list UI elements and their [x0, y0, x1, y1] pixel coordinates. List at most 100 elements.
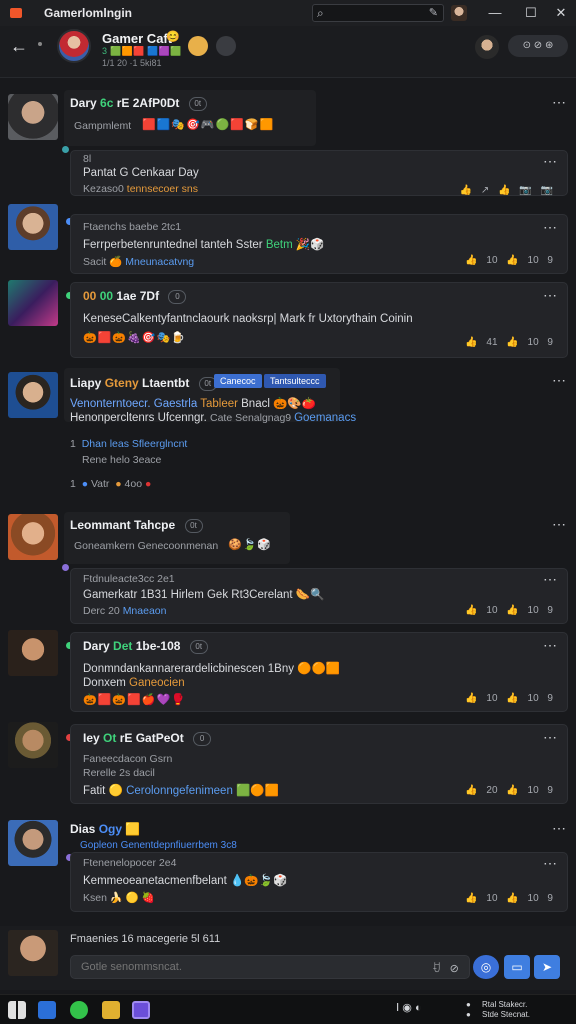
reaction-bar[interactable]: 👍 10 👍 10 9: [465, 255, 553, 266]
reaction-bar[interactable]: 👍 10 👍 10 9: [465, 605, 553, 616]
status-dot: [38, 42, 42, 46]
more-options-icon[interactable]: ⋯: [552, 820, 567, 837]
options-icon[interactable]: [216, 36, 236, 56]
close-button[interactable]: ✕: [550, 4, 572, 22]
message-item: Iey Ot rE GatPeOt 0 Faneecdacon Gsrn Rer…: [0, 722, 576, 808]
reply-text: Pantat G Cenkaar Day: [83, 167, 199, 179]
emoji-button[interactable]: ◎: [473, 955, 499, 979]
group-avatar[interactable]: [57, 29, 91, 63]
avatar[interactable]: [8, 630, 58, 676]
more-options-icon[interactable]: ⋯: [543, 855, 558, 872]
reply-subtext: Ksen 🍌 🟡 🍓: [83, 892, 155, 904]
reply-card[interactable]: 8l Pantat G Cenkaar Day Kezaso0 tennseco…: [70, 150, 568, 196]
group-members: 1/1 20 ·1 5ki81: [102, 58, 162, 68]
group-emoji: 😊: [166, 31, 180, 43]
message-subtext: Donxem Ganeocien: [83, 677, 185, 689]
more-options-icon[interactable]: ⋯: [543, 287, 558, 304]
call-controls[interactable]: ⊙ ⊘ ⊛: [508, 35, 568, 57]
avatar[interactable]: [8, 722, 58, 768]
thread-dot: [62, 146, 69, 153]
back-arrow-icon[interactable]: ←: [10, 36, 28, 57]
thread-line: 1 ● Vatr ● 4oo ●: [70, 478, 152, 490]
more-options-icon[interactable]: ⋯: [543, 219, 558, 236]
group-name[interactable]: Gamer Caft: [102, 31, 172, 46]
composer-tools[interactable]: ꀀ ⊘: [432, 960, 459, 975]
avatar[interactable]: [8, 280, 58, 326]
search-input[interactable]: ⌕ ✎: [312, 4, 444, 22]
chat-app-icon[interactable]: [132, 1001, 150, 1019]
sender-name[interactable]: 00 00 1ae 7Df 0: [83, 289, 187, 304]
tag-badge[interactable]: Tantsulteccc: [264, 374, 326, 388]
more-options-icon[interactable]: ⋯: [543, 637, 558, 654]
more-options-icon[interactable]: ⋯: [552, 516, 567, 533]
sender-name[interactable]: Dary Det 1be-108 0t: [83, 639, 208, 654]
message-text: Henonpercltenrs Ufcenngr. Cate Senalgnag…: [70, 412, 357, 424]
reply-card[interactable]: Ftdnuleacte3cc 2e1 Gamerkatr 1B31 Hirlem…: [70, 568, 568, 624]
avatar[interactable]: [8, 204, 58, 250]
reply-text: Gamerkatr 1B31 Hirlem Gek Rt3Cerelant 🌭🔍: [83, 589, 325, 601]
message-item: 00 00 1ae 7Df 0 KeneseCalkentyfantnclaou…: [0, 280, 576, 362]
message-item: Dary 6c rE 2AfP0Dt 0t Gampmlemt 🟥🟦🎭🎯🎮🟢🟥🍞…: [0, 90, 576, 200]
sender-name[interactable]: Iey Ot rE GatPeOt 0: [83, 731, 212, 746]
reaction-bar[interactable]: 👍 ↗ 👍 📷 📷: [460, 185, 553, 196]
sender-name[interactable]: Dary 6c rE 2AfP0Dt 0t: [70, 96, 207, 111]
message-text: KeneseCalkentyfantnclaourk naoksrp| Mark…: [83, 313, 413, 325]
more-options-icon[interactable]: ⋯: [543, 153, 558, 170]
browser-icon[interactable]: [38, 1001, 56, 1019]
emoji-row: 🟥🟦🎭🎯🎮🟢🟥🍞🟧: [142, 119, 275, 131]
reply-meta: 8l: [83, 153, 92, 165]
message-card[interactable]: Ftaenchs baebe 2tc1 Ferrperbetenruntedne…: [70, 214, 568, 274]
game-icon[interactable]: [188, 36, 208, 56]
reaction-bar[interactable]: 👍 10 👍 10 9: [465, 893, 553, 904]
avatar[interactable]: [8, 372, 58, 418]
reaction-bar[interactable]: 👍 10 👍 10 9: [465, 693, 553, 704]
message-meta: Ftaenchs baebe 2tc1: [83, 221, 182, 233]
avatar[interactable]: [8, 930, 58, 976]
sender-name[interactable]: Liapy Gteny Ltaentbt 0t: [70, 376, 217, 391]
profile-avatar[interactable]: [475, 35, 499, 59]
message-item: Dias Ogy 🟨 Gopleon Genentdepnfiuerrbem 3…: [0, 818, 576, 918]
message-text: Faneecdacon Gsrn: [83, 753, 173, 765]
spotify-icon[interactable]: [70, 1001, 88, 1019]
group-status: 3 🟩🟧🟥 🟦🟪🟩: [102, 46, 182, 56]
reply-meta: Ftdnuleacte3cc 2e1: [83, 573, 175, 585]
message-card[interactable]: Iey Ot rE GatPeOt 0 Faneecdacon Gsrn Rer…: [70, 724, 568, 804]
sender-name[interactable]: Dias Ogy 🟨: [70, 822, 140, 836]
avatar[interactable]: [8, 820, 58, 866]
pen-icon[interactable]: ✎: [429, 6, 438, 19]
sender-name[interactable]: Leommant Tahcpe 0t: [70, 518, 203, 533]
user-avatar[interactable]: [451, 5, 467, 21]
reaction-bar[interactable]: 👍 41 👍 10 9: [465, 337, 553, 348]
tray-icons[interactable]: ⵏ ◉ ◐: [396, 1003, 422, 1014]
more-options-icon[interactable]: ⋯: [543, 729, 558, 746]
avatar[interactable]: [8, 94, 58, 140]
emoji-row: 🎃🟥🎃🍇🎯🎭🍺: [83, 332, 186, 344]
message-card[interactable]: 00 00 1ae 7Df 0 KeneseCalkentyfantnclaou…: [70, 282, 568, 358]
maximize-button[interactable]: ☐: [520, 4, 542, 22]
send-button[interactable]: ➤: [534, 955, 560, 979]
image-button[interactable]: ▭: [504, 955, 530, 979]
reaction-bar[interactable]: 👍 20 👍 10 9: [465, 785, 553, 796]
files-icon[interactable]: [102, 1001, 120, 1019]
tray-clock[interactable]: Rtal Stakecr. Stde Stecnat.: [482, 1000, 530, 1020]
search-icon: ⌕: [317, 6, 324, 20]
taskbar: ⵏ ◉ ◐ ● ● Rtal Stakecr. Stde Stecnat.: [0, 994, 576, 1024]
app-icon: [10, 8, 22, 18]
message-item: Leommant Tahcpe 0t Goneamkern Genecoonme…: [0, 512, 576, 628]
reply-subtext: Kezaso0 tennsecoer sns: [83, 183, 198, 195]
tray-dots: ● ●: [466, 1000, 471, 1019]
more-options-icon[interactable]: ⋯: [543, 571, 558, 588]
more-options-icon[interactable]: ⋯: [552, 372, 567, 389]
message-text: Venonterntoecr. Gaestrla Tableer Bnacl 🎃…: [70, 398, 317, 410]
avatar[interactable]: [8, 514, 58, 560]
tag-badge[interactable]: Canecoc: [214, 374, 262, 388]
start-icon[interactable]: [8, 1001, 26, 1019]
time-badge: 0t: [189, 639, 208, 654]
message-text: Goneamkern Genecoonmenan: [74, 540, 219, 552]
message-card[interactable]: Dary Det 1be-108 0t Donmndankannarerarde…: [70, 632, 568, 712]
more-options-icon[interactable]: ⋯: [552, 94, 567, 111]
reply-card[interactable]: Ftenenelopocer 2e4 Kemmeoeanetacmenfbela…: [70, 852, 568, 912]
minimize-button[interactable]: —: [484, 4, 506, 22]
emoji-row: 🎃🟥🎃🟥🍎💜🥊: [83, 694, 186, 706]
message-input[interactable]: [70, 955, 470, 979]
